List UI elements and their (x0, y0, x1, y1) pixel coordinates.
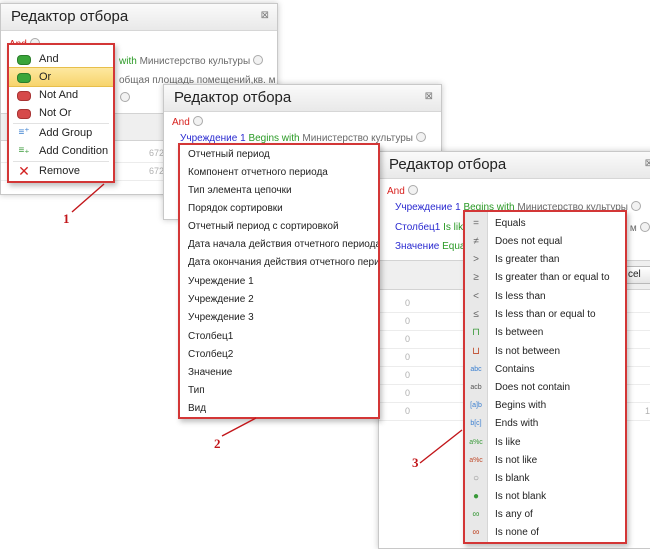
callout-leader-2 (221, 417, 257, 437)
callout-leader-1 (71, 183, 105, 213)
callout-number-3: 3 (412, 455, 419, 470)
callout-leader-3 (419, 429, 463, 464)
callout-leaders (71, 183, 463, 464)
callout-number-1: 1 (63, 211, 70, 226)
callout-number-2: 2 (214, 436, 221, 451)
